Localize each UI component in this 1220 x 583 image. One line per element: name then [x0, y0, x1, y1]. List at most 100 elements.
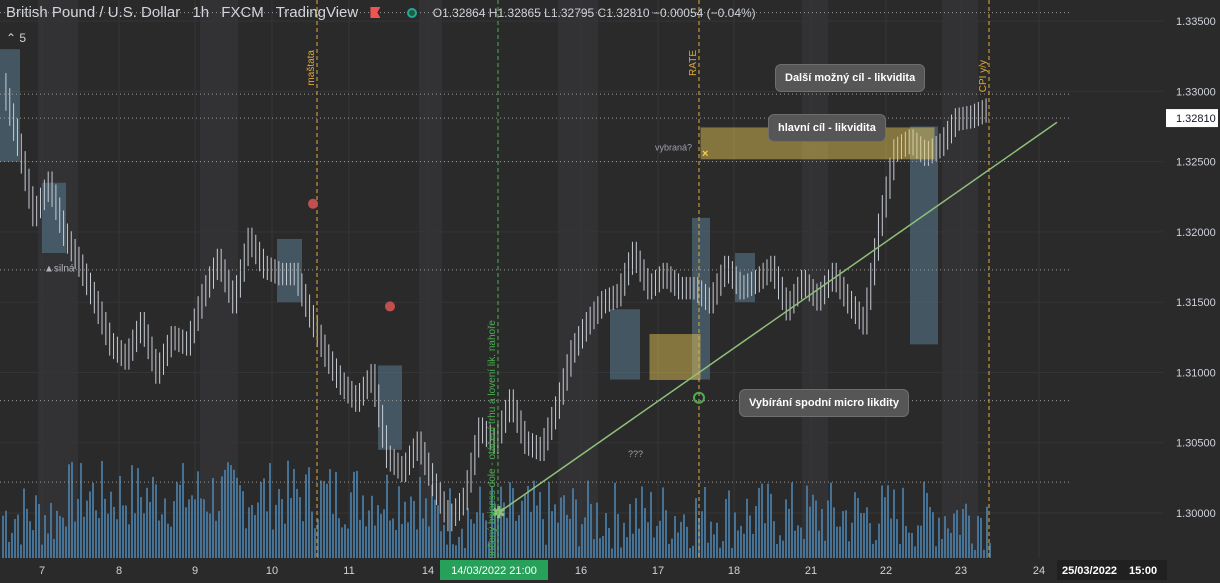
volume-bar: [971, 543, 973, 558]
volume-bar: [641, 486, 643, 558]
volume-bar: [194, 499, 196, 558]
volume-bar: [620, 547, 622, 558]
volume-bar: [866, 507, 868, 558]
volume-bar: [11, 532, 13, 558]
volume-bar: [797, 525, 799, 558]
volume-bar: [899, 543, 901, 558]
volume-bar: [287, 460, 289, 558]
flag-icon[interactable]: [370, 7, 381, 18]
volume-bar: [413, 500, 415, 558]
volume-bar: [203, 499, 205, 558]
volume-bar: [941, 539, 943, 558]
volume-bar: [254, 514, 256, 558]
volume-bar: [335, 471, 337, 558]
volume-bar: [365, 526, 367, 558]
volume-bar: [425, 498, 427, 558]
volume-bar: [743, 533, 745, 558]
volume-bar: [392, 518, 394, 558]
volume-bar: [302, 521, 304, 558]
volume-bar: [479, 486, 481, 558]
volume-bar: [938, 517, 940, 558]
volume-bar: [770, 493, 772, 558]
volume-bar: [605, 513, 607, 558]
volume-bar: [329, 469, 331, 558]
symbol-title[interactable]: British Pound / U.S. Dollar: [6, 4, 180, 21]
volume-bar: [71, 462, 73, 558]
volume-bar: [170, 526, 172, 558]
volume-bar: [113, 506, 115, 558]
volume-bar: [230, 465, 232, 558]
volume-bar: [53, 538, 55, 558]
volume-bar: [683, 514, 685, 558]
time-tick: 24: [1033, 565, 1045, 577]
volume-bar: [470, 519, 472, 558]
volume-bar: [929, 507, 931, 558]
range-box: [610, 309, 640, 380]
volume-bar: [371, 495, 373, 558]
volume-bar: [626, 537, 628, 558]
volume-bar: [815, 500, 817, 558]
volume-bar: [122, 505, 124, 558]
volume-bar: [587, 480, 589, 558]
volume-bar: [524, 494, 526, 558]
interval-label[interactable]: 1h: [192, 4, 209, 21]
volume-bar: [299, 497, 301, 558]
volume-bar: [377, 505, 379, 558]
volume-bar: [578, 546, 580, 558]
volume-bar: [509, 482, 511, 558]
callout-vybirani[interactable]: Vybírání spodní micro likdity: [739, 389, 909, 417]
volume-bar: [95, 510, 97, 558]
volume-bar: [236, 477, 238, 558]
volume-bar: [452, 544, 454, 558]
volume-bar: [8, 541, 10, 558]
volume-bar: [404, 501, 406, 558]
callout-dalsi-text: Další možný cíl - likvidita: [785, 72, 916, 84]
volume-bar: [734, 512, 736, 558]
volume-bar: [215, 520, 217, 558]
volume-bar: [572, 488, 574, 558]
volume-bar: [845, 510, 847, 558]
volume-bar: [290, 498, 292, 558]
volume-bar: [803, 538, 805, 558]
chevron-up-icon[interactable]: ⌃: [6, 31, 16, 45]
time-tick: 10: [266, 565, 278, 577]
volume-bar: [221, 476, 223, 558]
volume-bar: [662, 487, 664, 558]
volume-bar: [548, 481, 550, 558]
volume-bar: [269, 463, 271, 558]
volume-bar: [293, 468, 295, 558]
volume-bar: [14, 518, 16, 558]
volume-bar: [35, 495, 37, 558]
volume-bar: [80, 463, 82, 558]
volume-bar: [809, 506, 811, 558]
volume-bar: [26, 508, 28, 558]
volume-bar: [395, 529, 397, 558]
price-chart[interactable]: ✱maštataUkončený bsiness dole - otáčení …: [0, 0, 1220, 583]
volume-bar: [86, 500, 88, 558]
volume-bar: [350, 492, 352, 558]
volume-bar: [746, 498, 748, 558]
volume-bar: [119, 475, 121, 558]
volume-bar: [134, 513, 136, 558]
volume-bar: [356, 470, 358, 558]
volume-bar: [353, 471, 355, 558]
indicators-toggle[interactable]: ⌃ 5: [6, 31, 26, 45]
volume-bar: [446, 544, 448, 558]
volume-bar: [275, 504, 277, 558]
volume-bar: [557, 522, 559, 558]
volume-bar: [926, 492, 928, 558]
event-line-label: RATE: [688, 50, 699, 76]
chart-stage[interactable]: ✱ maštata Ukončený bsiness dole - otáčení …: [0, 0, 1220, 583]
volume-bar: [872, 543, 874, 558]
callout-hlavni[interactable]: hlavní cíl - likvidita: [768, 114, 886, 142]
volume-bar: [833, 507, 835, 558]
volume-bar: [914, 546, 916, 558]
volume-bar: [758, 487, 760, 558]
volume-bar: [380, 513, 382, 558]
volume-bar: [656, 525, 658, 558]
callout-dalsi[interactable]: Další možný cíl - likvidita: [775, 64, 926, 92]
volume-bar: [671, 538, 673, 558]
volume-bar: [818, 530, 820, 558]
volume-bar: [677, 532, 679, 558]
volume-bar: [764, 523, 766, 558]
